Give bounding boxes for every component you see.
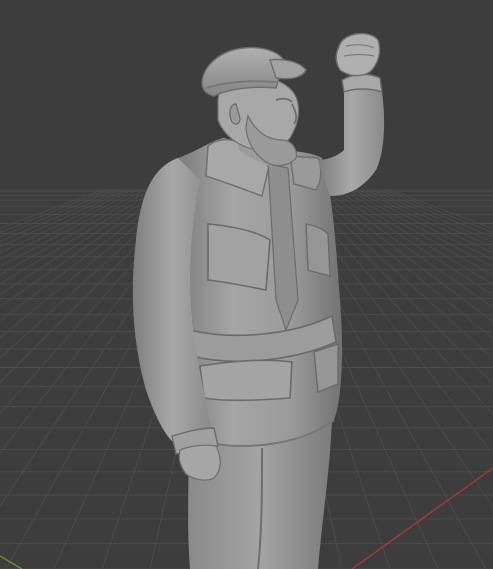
- mesh-cap-visor: [269, 58, 307, 80]
- grid-line: [353, 189, 493, 261]
- grid-line: [371, 189, 493, 243]
- grid-line: [0, 189, 139, 260]
- mesh-collar-right: [289, 155, 322, 191]
- mesh-chest-pocket-right: [305, 223, 331, 277]
- grid-line: [0, 189, 151, 276]
- grid-line: [335, 189, 493, 286]
- mesh-lower-pocket: [199, 359, 293, 402]
- grid-line: [0, 189, 109, 233]
- mesh-raised-arm: [318, 77, 385, 196]
- grid-line: [383, 189, 493, 234]
- grid-line: [347, 189, 493, 268]
- grid-line: [365, 189, 493, 248]
- mesh-left-hand: [178, 444, 221, 481]
- grid-line: [0, 189, 127, 248]
- grid-line: [0, 189, 133, 254]
- grid-line: [359, 189, 493, 254]
- y-axis-line: [0, 555, 23, 569]
- grid-line: [0, 189, 157, 285]
- sculpt-mesh[interactable]: [132, 33, 385, 569]
- mesh-lower-pocket-right: [313, 343, 339, 393]
- viewport-canvas[interactable]: [0, 0, 493, 569]
- grid-line: [0, 189, 121, 243]
- mesh-raised-cuff: [341, 73, 383, 94]
- 3d-viewport[interactable]: [0, 0, 493, 569]
